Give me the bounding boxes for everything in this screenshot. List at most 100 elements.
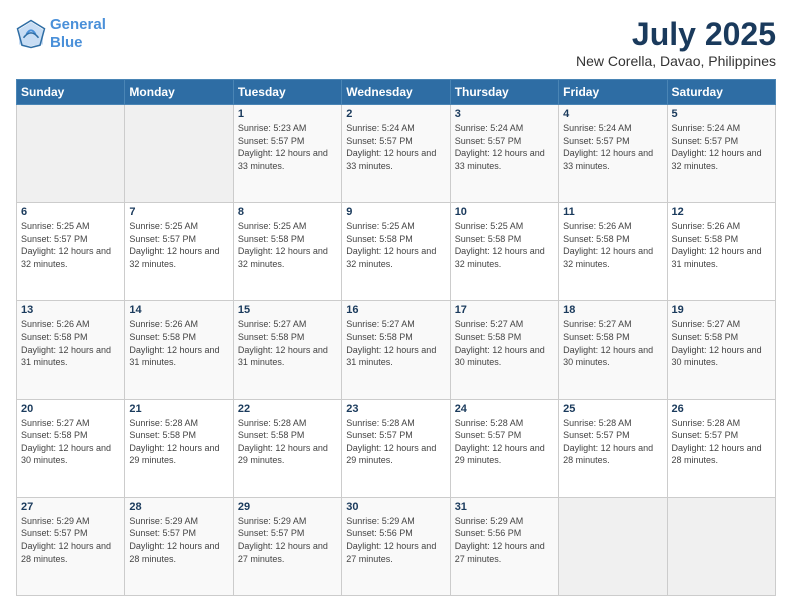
day-number: 30 [346, 501, 445, 513]
day-info: Sunrise: 5:28 AM Sunset: 5:57 PM Dayligh… [455, 417, 554, 467]
day-info: Sunrise: 5:25 AM Sunset: 5:58 PM Dayligh… [238, 220, 337, 270]
day-number: 29 [238, 501, 337, 513]
day-info: Sunrise: 5:26 AM Sunset: 5:58 PM Dayligh… [129, 318, 228, 368]
day-number: 18 [563, 304, 662, 316]
calendar-cell: 31Sunrise: 5:29 AM Sunset: 5:56 PM Dayli… [450, 497, 558, 595]
day-number: 27 [21, 501, 120, 513]
calendar-cell: 13 Sunrise: 5:26 AM Sunset: 5:58 PM Dayli… [17, 301, 125, 399]
day-info: Sunrise: 5:25 AM Sunset: 5:57 PM Dayligh… [129, 220, 228, 270]
calendar-cell: 10 Sunrise: 5:25 AM Sunset: 5:58 PM Dayli… [450, 203, 558, 301]
col-wednesday: Wednesday [342, 80, 450, 105]
calendar-cell: 12Sunrise: 5:26 AM Sunset: 5:58 PM Dayli… [667, 203, 775, 301]
logo-line1: General [50, 16, 106, 33]
calendar-cell: 2 Sunrise: 5:24 AM Sunset: 5:57 PM Daylig… [342, 105, 450, 203]
day-info: Sunrise: 5:26 AM Sunset: 5:58 PM Dayligh… [21, 318, 120, 368]
day-number: 20 [21, 403, 120, 415]
day-number: 31 [455, 501, 554, 513]
day-info: Sunrise: 5:26 AM Sunset: 5:58 PM Dayligh… [563, 220, 662, 270]
calendar-cell: 18 Sunrise: 5:27 AM Sunset: 5:58 PM Dayli… [559, 301, 667, 399]
day-number: 7 [129, 206, 228, 218]
calendar-body: 1Sunrise: 5:23 AM Sunset: 5:57 PM Daylig… [17, 105, 776, 596]
logo-text: General Blue [50, 16, 106, 52]
title-block: July 2025 New Corella, Davao, Philippine… [576, 16, 776, 69]
day-info: Sunrise: 5:28 AM Sunset: 5:57 PM Dayligh… [346, 417, 445, 467]
day-number: 21 [129, 403, 228, 415]
logo-line2: Blue [50, 34, 83, 51]
day-number: 8 [238, 206, 337, 218]
day-number: 22 [238, 403, 337, 415]
calendar-cell: 3 Sunrise: 5:24 AM Sunset: 5:57 PM Daylig… [450, 105, 558, 203]
day-header-row: Sunday Monday Tuesday Wednesday Thursday… [17, 80, 776, 105]
day-number: 19 [672, 304, 771, 316]
day-number: 2 [346, 108, 445, 120]
col-sunday: Sunday [17, 80, 125, 105]
calendar-cell: 20Sunrise: 5:27 AM Sunset: 5:58 PM Dayli… [17, 399, 125, 497]
day-number: 16 [346, 304, 445, 316]
calendar-cell: 29Sunrise: 5:29 AM Sunset: 5:57 PM Dayli… [233, 497, 341, 595]
calendar-cell: 22 Sunrise: 5:28 AM Sunset: 5:58 PM Dayli… [233, 399, 341, 497]
calendar-cell: 4Sunrise: 5:24 AM Sunset: 5:57 PM Daylig… [559, 105, 667, 203]
day-number: 5 [672, 108, 771, 120]
header: General Blue July 2025 New Corella, Dava… [16, 16, 776, 69]
calendar-cell: 28 Sunrise: 5:29 AM Sunset: 5:57 PM Dayli… [125, 497, 233, 595]
day-number: 14 [129, 304, 228, 316]
calendar-cell [667, 497, 775, 595]
calendar-cell [17, 105, 125, 203]
calendar-cell: 8 Sunrise: 5:25 AM Sunset: 5:58 PM Daylig… [233, 203, 341, 301]
day-number: 4 [563, 108, 662, 120]
calendar-cell: 7 Sunrise: 5:25 AM Sunset: 5:57 PM Daylig… [125, 203, 233, 301]
page: General Blue July 2025 New Corella, Dava… [0, 0, 792, 612]
day-number: 13 [21, 304, 120, 316]
day-number: 25 [563, 403, 662, 415]
main-title: July 2025 [576, 16, 776, 53]
day-number: 28 [129, 501, 228, 513]
calendar-cell: 26 Sunrise: 5:28 AM Sunset: 5:57 PM Dayli… [667, 399, 775, 497]
day-info: Sunrise: 5:25 AM Sunset: 5:58 PM Dayligh… [455, 220, 554, 270]
calendar-cell: 1Sunrise: 5:23 AM Sunset: 5:57 PM Daylig… [233, 105, 341, 203]
calendar-week-row: 1Sunrise: 5:23 AM Sunset: 5:57 PM Daylig… [17, 105, 776, 203]
day-info: Sunrise: 5:29 AM Sunset: 5:57 PM Dayligh… [129, 515, 228, 565]
day-info: Sunrise: 5:28 AM Sunset: 5:58 PM Dayligh… [238, 417, 337, 467]
calendar-cell: 30Sunrise: 5:29 AM Sunset: 5:56 PM Dayli… [342, 497, 450, 595]
calendar-cell: 6 Sunrise: 5:25 AM Sunset: 5:57 PM Daylig… [17, 203, 125, 301]
calendar-week-row: 20Sunrise: 5:27 AM Sunset: 5:58 PM Dayli… [17, 399, 776, 497]
subtitle: New Corella, Davao, Philippines [576, 53, 776, 69]
calendar-week-row: 6 Sunrise: 5:25 AM Sunset: 5:57 PM Daylig… [17, 203, 776, 301]
day-info: Sunrise: 5:24 AM Sunset: 5:57 PM Dayligh… [455, 122, 554, 172]
day-info: Sunrise: 5:27 AM Sunset: 5:58 PM Dayligh… [238, 318, 337, 368]
col-monday: Monday [125, 80, 233, 105]
calendar-cell: 11Sunrise: 5:26 AM Sunset: 5:58 PM Dayli… [559, 203, 667, 301]
calendar-header: Sunday Monday Tuesday Wednesday Thursday… [17, 80, 776, 105]
day-info: Sunrise: 5:27 AM Sunset: 5:58 PM Dayligh… [672, 318, 771, 368]
calendar-cell [559, 497, 667, 595]
logo: General Blue [16, 16, 106, 52]
col-thursday: Thursday [450, 80, 558, 105]
day-number: 24 [455, 403, 554, 415]
day-number: 23 [346, 403, 445, 415]
logo-icon [16, 19, 46, 49]
day-number: 3 [455, 108, 554, 120]
day-info: Sunrise: 5:24 AM Sunset: 5:57 PM Dayligh… [346, 122, 445, 172]
day-number: 10 [455, 206, 554, 218]
day-number: 15 [238, 304, 337, 316]
calendar-cell: 16 Sunrise: 5:27 AM Sunset: 5:58 PM Dayli… [342, 301, 450, 399]
calendar-cell: 5Sunrise: 5:24 AM Sunset: 5:57 PM Daylig… [667, 105, 775, 203]
day-number: 6 [21, 206, 120, 218]
calendar-cell: 17Sunrise: 5:27 AM Sunset: 5:58 PM Dayli… [450, 301, 558, 399]
day-number: 17 [455, 304, 554, 316]
day-info: Sunrise: 5:27 AM Sunset: 5:58 PM Dayligh… [346, 318, 445, 368]
calendar-week-row: 27 Sunrise: 5:29 AM Sunset: 5:57 PM Dayli… [17, 497, 776, 595]
day-info: Sunrise: 5:29 AM Sunset: 5:57 PM Dayligh… [21, 515, 120, 565]
calendar-cell: 25Sunrise: 5:28 AM Sunset: 5:57 PM Dayli… [559, 399, 667, 497]
day-info: Sunrise: 5:28 AM Sunset: 5:58 PM Dayligh… [129, 417, 228, 467]
day-number: 26 [672, 403, 771, 415]
day-info: Sunrise: 5:28 AM Sunset: 5:57 PM Dayligh… [672, 417, 771, 467]
day-number: 9 [346, 206, 445, 218]
day-info: Sunrise: 5:25 AM Sunset: 5:57 PM Dayligh… [21, 220, 120, 270]
calendar-cell: 23 Sunrise: 5:28 AM Sunset: 5:57 PM Dayli… [342, 399, 450, 497]
col-saturday: Saturday [667, 80, 775, 105]
day-number: 1 [238, 108, 337, 120]
day-info: Sunrise: 5:27 AM Sunset: 5:58 PM Dayligh… [563, 318, 662, 368]
calendar-cell: 14 Sunrise: 5:26 AM Sunset: 5:58 PM Dayli… [125, 301, 233, 399]
calendar-cell [125, 105, 233, 203]
